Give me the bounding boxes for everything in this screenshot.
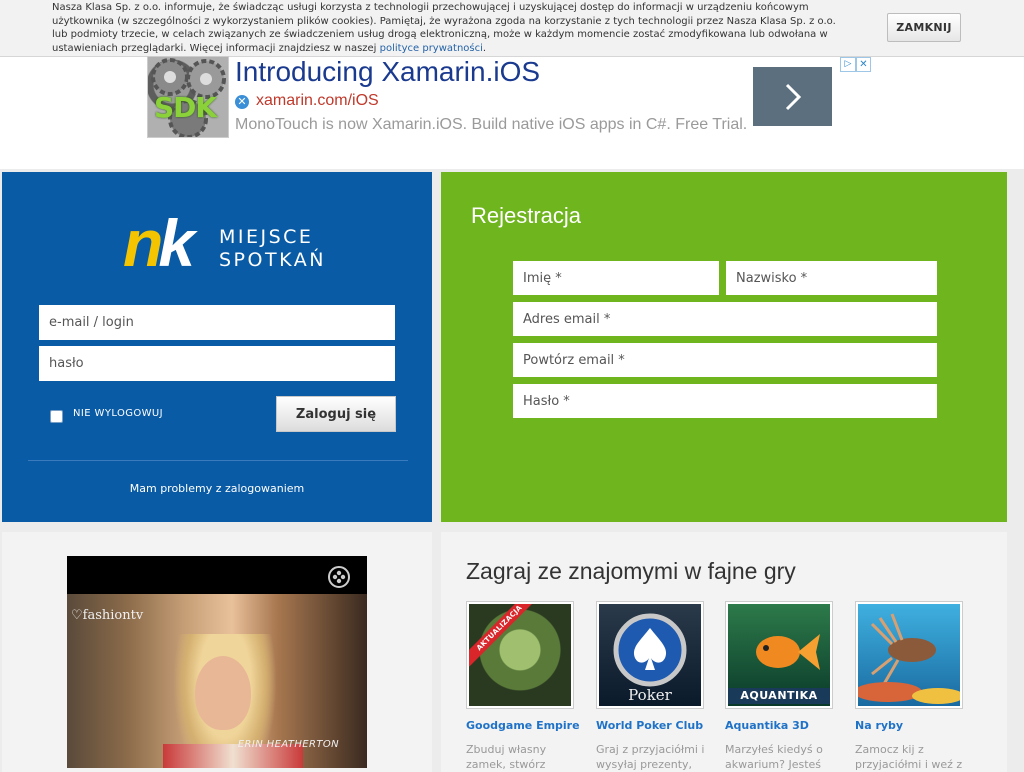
game-thumbnail[interactable]: Poker [596,601,704,709]
ad-title[interactable]: Introducing Xamarin.iOS [235,56,540,88]
video-player[interactable]: ♡fashiontv ERIN HEATHERTON [67,556,367,768]
games-panel: Zagraj ze znajomymi w fajne gry AKTUALIZ… [441,532,1007,772]
goodgame-empire-image: AKTUALIZACJA [469,604,571,706]
logo-n: n [123,206,163,280]
game-item[interactable]: Poker World Poker Club Graj z przyjaciół… [596,601,724,772]
login-panel: nk MIEJSCE SPOTKAŃ e-mail / login hasło … [2,172,432,522]
lionfish-icon [858,613,960,704]
cookie-text-end: . [482,42,487,54]
register-title: Rejestracja [471,203,582,228]
cookie-notice-text: Nasza Klasa Sp. z o.o. informuje, że świ… [52,1,852,55]
game-thumbnail[interactable]: AKTUALIZACJA [466,601,574,709]
remember-checkbox[interactable] [50,410,63,423]
nk-logo[interactable]: nk MIEJSCE SPOTKAŃ [123,210,323,276]
logo-mark: nk [123,210,195,276]
email-repeat-input[interactable]: Powtórz email * [513,343,937,377]
login-button[interactable]: Zaloguj się [276,396,396,432]
video-face [195,656,251,730]
video-panel: ♡fashiontv ERIN HEATHERTON [2,532,432,772]
game-item[interactable]: Na ryby Zamocz kij z przyjaciółmi i weź … [855,601,983,772]
email-input[interactable]: Adres email * [513,302,937,336]
ad-image-text: SDK [154,91,217,124]
register-panel: Rejestracja Imię * Nazwisko * Adres emai… [441,172,1007,522]
game-thumbnail[interactable] [855,601,963,709]
game-title-link[interactable]: World Poker Club [596,719,724,732]
video-brand: fashiontv [82,608,144,623]
register-password-input[interactable]: Hasło * [513,384,937,418]
logo-k: k [158,206,195,280]
first-name-input[interactable]: Imię * [513,261,719,295]
game-item[interactable]: AKTUALIZACJA Goodgame Empire Zbuduj włas… [466,601,594,772]
aquantika-label: AQUANTIKA [728,688,830,704]
update-badge: AKTUALIZACJA [469,604,538,667]
password-input[interactable]: hasło [39,346,395,381]
video-caption: ERIN HEATHERTON [237,739,339,750]
games-title: Zagraj ze znajomymi w fajne gry [466,558,796,584]
logo-tagline-2: SPOTKAŃ [219,249,326,271]
chevron-right-icon [785,83,801,110]
last-name-input[interactable]: Nazwisko * [726,261,937,295]
ad-url[interactable]: xamarin.com/iOS [256,92,379,110]
reel-icon-graphic [332,570,346,584]
fashiontv-logo: ♡fashiontv [71,608,144,623]
remember-label[interactable]: NIE WYLOGOWUJ [73,408,163,419]
film-reel-icon[interactable] [328,566,350,588]
game-title-link[interactable]: Na ryby [855,719,983,732]
ad-close-icon[interactable]: ✕ [856,57,871,72]
poker-label: Poker [628,686,672,704]
logo-tagline: MIEJSCE SPOTKAŃ [219,226,326,272]
divider [28,460,408,461]
game-title-link[interactable]: Goodgame Empire [466,719,594,732]
ad-description[interactable]: MonoTouch is now Xamarin.iOS. Build nati… [235,116,747,134]
cookie-notice: Nasza Klasa Sp. z o.o. informuje, że świ… [0,0,1024,57]
login-problem-link[interactable]: Mam problemy z zalogowaniem [2,482,432,495]
aquantika-image: AQUANTIKA [728,604,830,706]
game-title-link[interactable]: Aquantika 3D [725,719,853,732]
na-ryby-image [858,604,960,706]
privacy-policy-link[interactable]: polityce prywatności [380,43,483,54]
game-thumbnail[interactable]: AQUANTIKA [725,601,833,709]
logo-tagline-1: MIEJSCE [219,226,314,248]
game-item[interactable]: AQUANTIKA Aquantika 3D Marzyłeś kiedyś o… [725,601,853,772]
cookie-close-button[interactable]: ZAMKNIJ [887,13,961,42]
ad-choices-icon[interactable]: ▷ [840,57,856,72]
world-poker-club-image: Poker [599,604,701,706]
ad-arrow-button[interactable] [753,67,832,126]
email-login-input[interactable]: e-mail / login [39,305,395,340]
ad-image[interactable]: SDK [147,56,229,138]
ad-url-icon: ✕ [235,95,249,109]
